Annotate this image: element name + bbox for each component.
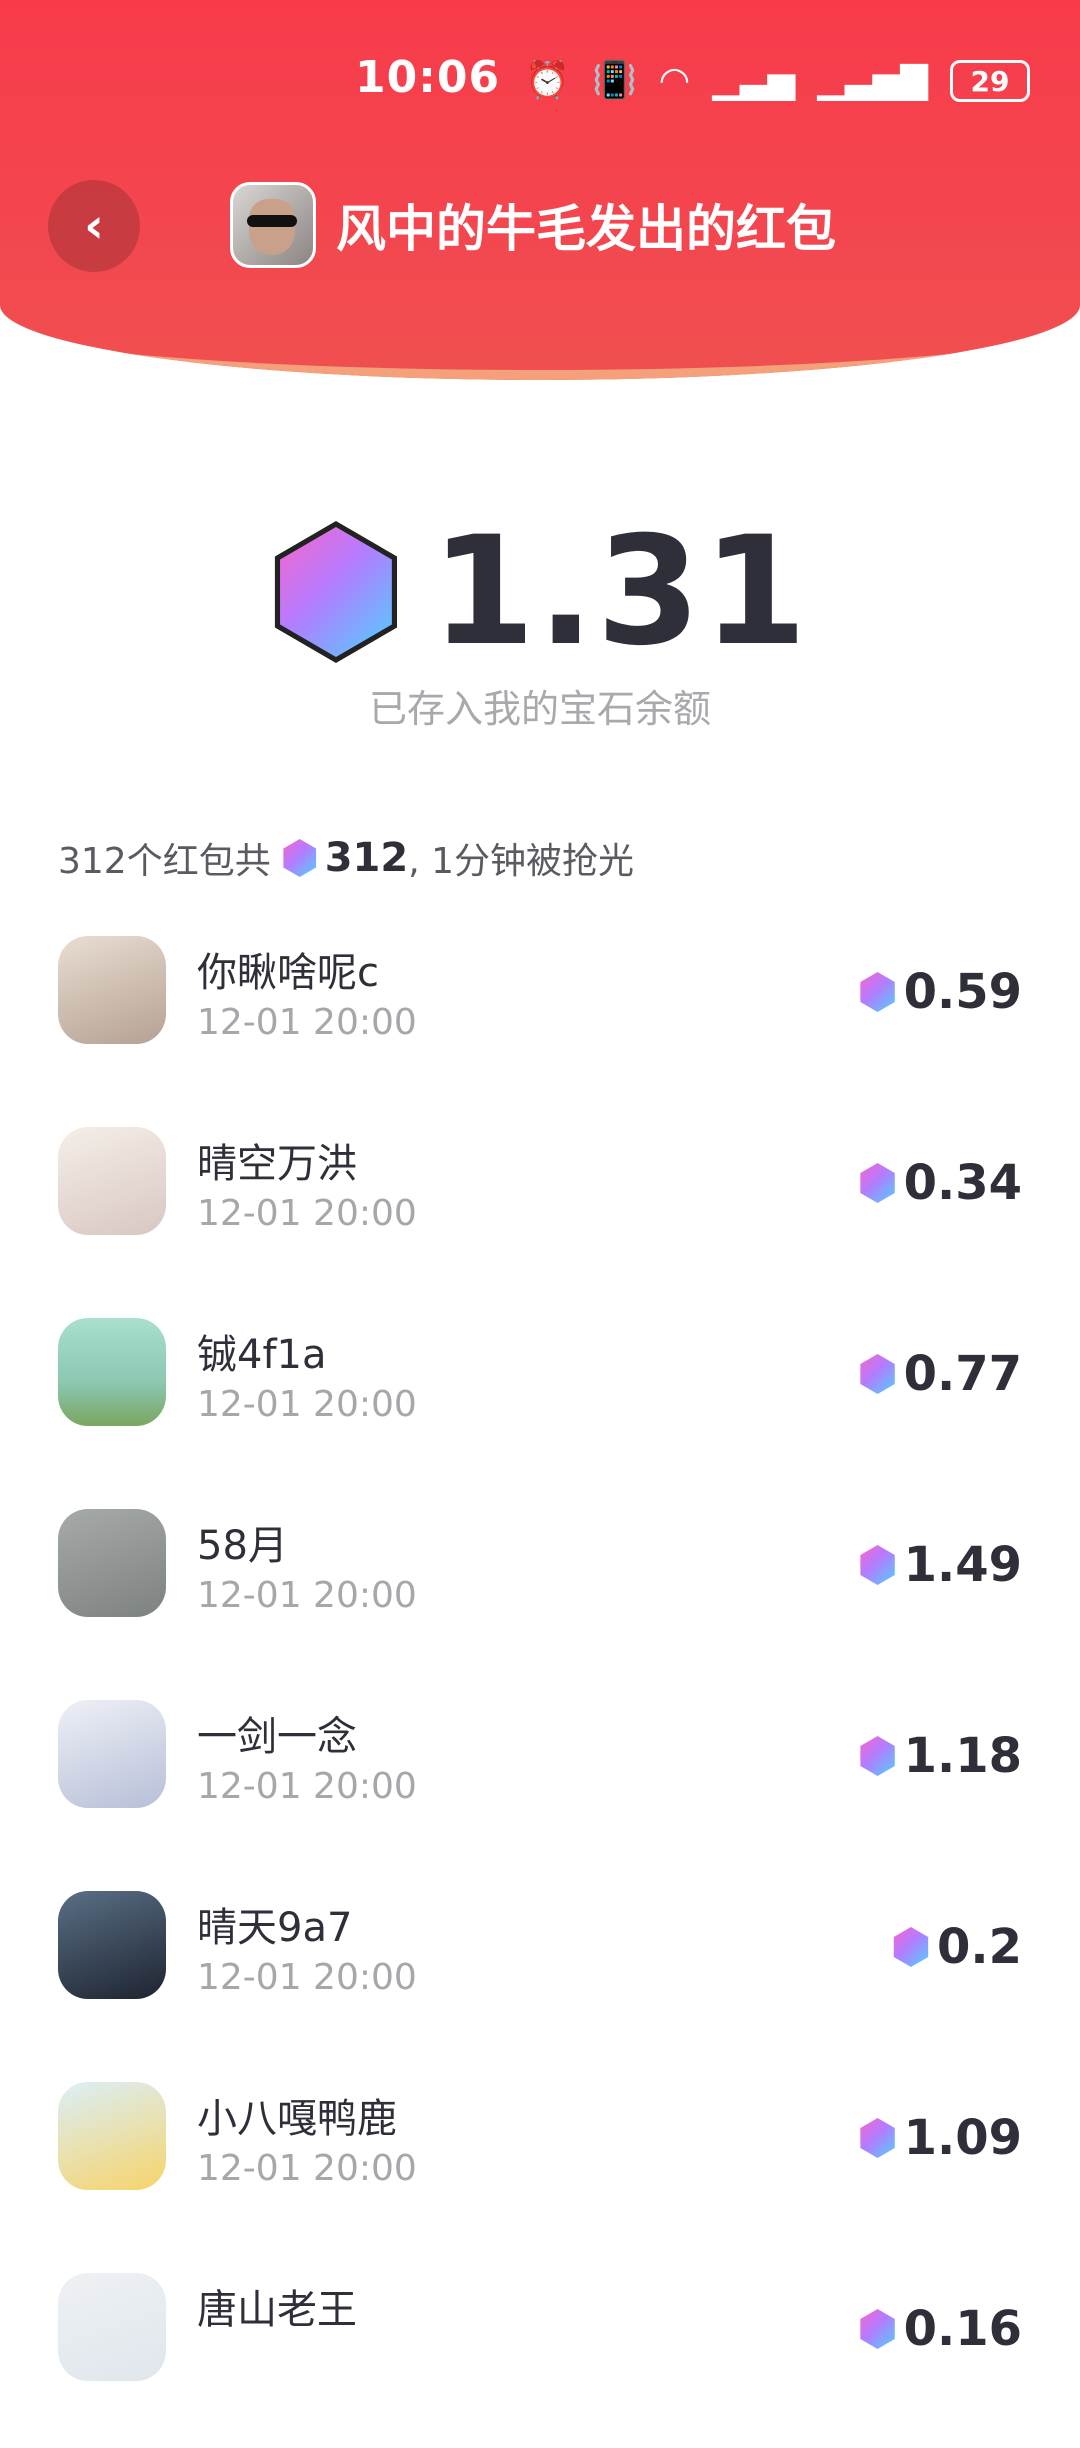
gem-icon [893,1927,929,1967]
claimer-name: 58月 [197,1523,288,1569]
amount-caption: 已存入我的宝石余额 [368,687,711,731]
avatar[interactable] [58,1127,166,1235]
amount-row: 1.31 [0,505,1080,679]
amount-value: 1.18 [903,1728,1022,1784]
claimer-name: 小八嘎鸭鹿 [197,2096,397,2142]
avatar[interactable] [58,2273,166,2381]
wifi-icon: ◠ [658,60,691,101]
amount-value: 0.59 [903,964,1022,1020]
signal-5g-icon: ▁▃▅▇ [817,60,928,101]
claim-amount: 0.34 [858,1155,1022,1211]
battery-indicator: 29 [950,60,1030,102]
gem-icon [860,1545,895,1585]
claimer-name: 你瞅啥呢c [197,950,379,996]
gem-icon [860,1736,895,1776]
summary-line: 312个红包共 312 , 1分钟被抢光 [58,832,634,884]
claim-time: 12-01 20:00 [197,2148,417,2189]
gem-icon [860,972,895,1012]
page-title: 风中的牛毛发出的红包 [336,200,836,258]
signal-x-icon: ▁▃▅ [712,60,796,101]
gem-icon [860,2309,895,2349]
claimer-name: 一剑一念 [197,1714,357,1760]
claim-amount: 1.18 [858,1728,1022,1784]
claim-time: 12-01 20:00 [197,1575,417,1616]
list-item[interactable]: 晴空万洪 12-01 20:00 0.34 [0,1111,1080,1302]
status-icons: ⏰ 📳 ◠ ▁▃▅ ▁▃▅▇ 29 [525,60,1030,102]
list-item[interactable]: 晴天9a7 12-01 20:00 0.2 [0,1875,1080,2066]
back-button[interactable]: ‹ [48,180,140,272]
claim-time: 12-01 20:00 [197,1766,417,1807]
avatar[interactable] [58,1509,166,1617]
alarm-icon: ⏰ [525,60,570,101]
avatar[interactable] [58,936,166,1044]
claimer-name: 晴天9a7 [197,1905,353,1951]
avatar[interactable] [58,1891,166,1999]
sender-avatar[interactable] [230,182,316,268]
claim-time: 12-01 20:00 [197,1384,417,1425]
gem-icon [860,2118,895,2158]
avatar[interactable] [58,1700,166,1808]
list-item[interactable]: 唐山老王 0.16 [0,2257,1080,2448]
claim-amount: 0.59 [858,964,1022,1020]
red-packet-header: 10:06 ⏰ 📳 ◠ ▁▃▅ ▁▃▅▇ 29 ‹ 风中的牛毛发出的红包 [0,0,1080,380]
summary-prefix: 312个红包共 [58,841,271,882]
claim-list: 你瞅啥呢c 12-01 20:00 0.59 晴空万洪 12-01 20:00 … [0,920,1080,2448]
received-amount: 1.31 [430,505,810,679]
list-item[interactable]: 小八嘎鸭鹿 12-01 20:00 1.09 [0,2066,1080,2257]
gem-icon [271,527,401,657]
claim-time: 12-01 20:00 [197,1957,417,1998]
claimer-name: 铖4f1a [197,1332,327,1378]
status-bar: 10:06 ⏰ 📳 ◠ ▁▃▅ ▁▃▅▇ 29 [0,40,1080,120]
amount-value: 1.49 [903,1537,1022,1593]
claim-time: 12-01 20:00 [197,1002,417,1043]
list-item[interactable]: 58月 12-01 20:00 1.49 [0,1493,1080,1684]
avatar[interactable] [58,2082,166,2190]
claim-amount: 0.16 [858,2301,1022,2357]
amount-value: 0.77 [903,1346,1022,1402]
status-time: 10:06 [355,52,501,103]
amount-value: 0.2 [936,1919,1022,1975]
claim-time: 12-01 20:00 [197,1193,417,1234]
claim-amount: 0.77 [858,1346,1022,1402]
list-item[interactable]: 一剑一念 12-01 20:00 1.18 [0,1684,1080,1875]
gem-icon [860,1354,895,1394]
list-item[interactable]: 铖4f1a 12-01 20:00 0.77 [0,1302,1080,1493]
claimer-name: 唐山老王 [197,2287,357,2333]
vibrate-icon: 📳 [591,60,637,101]
chevron-left-icon: ‹ [84,198,104,254]
gem-icon [860,1163,895,1203]
amount-value: 1.09 [903,2110,1022,2166]
summary-total: 312 [324,835,409,881]
amount-value: 0.34 [903,1155,1022,1211]
list-item[interactable]: 你瞅啥呢c 12-01 20:00 0.59 [0,920,1080,1111]
claim-amount: 0.2 [891,1919,1022,1975]
claim-amount: 1.49 [858,1537,1022,1593]
amount-value: 0.16 [903,2301,1022,2357]
gem-icon [283,839,317,877]
title-row: 风中的牛毛发出的红包 [230,182,836,268]
summary-suffix: , 1分钟被抢光 [408,841,635,882]
claim-amount: 1.09 [858,2110,1022,2166]
claimer-name: 晴空万洪 [197,1141,357,1187]
header-arc [0,250,1080,380]
avatar[interactable] [58,1318,166,1426]
